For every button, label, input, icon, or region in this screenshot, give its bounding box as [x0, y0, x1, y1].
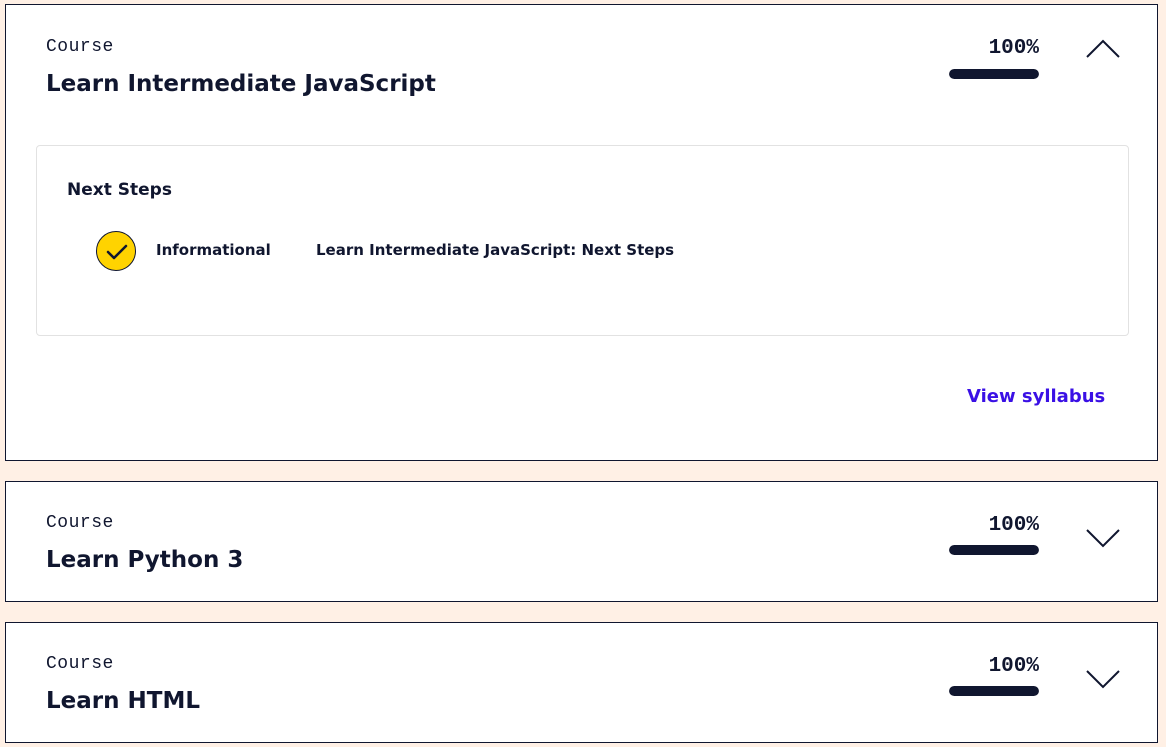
- next-steps-panel: Next Steps Informational Learn Intermedi…: [36, 145, 1129, 336]
- course-kind-label: Course: [46, 37, 114, 57]
- progress-bar-fill: [949, 686, 1039, 696]
- chevron-up-icon[interactable]: [1084, 35, 1122, 61]
- course-title: Learn Intermediate JavaScript: [46, 71, 436, 97]
- item-link[interactable]: Learn Intermediate JavaScript: Next Step…: [316, 241, 674, 259]
- course-title: Learn Python 3: [46, 547, 244, 573]
- view-syllabus-link[interactable]: View syllabus: [967, 386, 1105, 407]
- progress-bar: [949, 545, 1039, 555]
- progress-percent: 100%: [988, 514, 1039, 537]
- course-card: Course Learn HTML 100%: [5, 622, 1158, 743]
- progress-percent: 100%: [988, 655, 1039, 678]
- course-kind-label: Course: [46, 513, 114, 533]
- section-heading: Next Steps: [67, 180, 172, 200]
- check-circle-icon: [96, 231, 136, 271]
- progress-bar: [949, 69, 1039, 79]
- progress-bar-fill: [949, 69, 1039, 79]
- course-title: Learn HTML: [46, 688, 200, 714]
- chevron-down-icon[interactable]: [1084, 526, 1122, 552]
- progress-bar: [949, 686, 1039, 696]
- chevron-down-icon[interactable]: [1084, 667, 1122, 693]
- course-kind-label: Course: [46, 654, 114, 674]
- item-type-label: Informational: [156, 241, 271, 259]
- course-card: Course Learn Intermediate JavaScript 100…: [5, 4, 1158, 461]
- progress-percent: 100%: [988, 37, 1039, 60]
- course-card: Course Learn Python 3 100%: [5, 481, 1158, 602]
- progress-bar-fill: [949, 545, 1039, 555]
